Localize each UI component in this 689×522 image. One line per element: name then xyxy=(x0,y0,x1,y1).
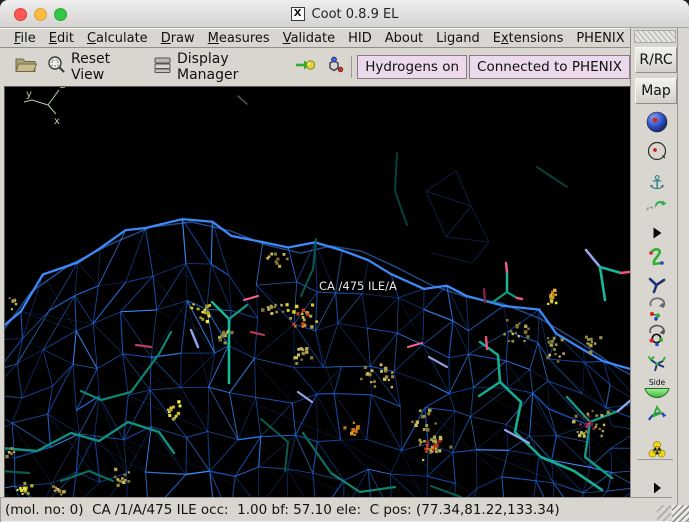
menu-draw[interactable]: Draw xyxy=(155,30,201,47)
map-button[interactable]: Map xyxy=(635,78,677,104)
3d-viewport[interactable]: z y x CA /475 ILE/A xyxy=(4,86,631,498)
auto-fit-rotamer-icon[interactable] xyxy=(644,324,670,350)
status-text: (mol. no: 0) CA /1/A/475 ILE occ: 1.00 b… xyxy=(5,501,560,518)
tandem-refine-icon[interactable] xyxy=(644,138,670,164)
edit-chi-angles-icon[interactable] xyxy=(644,351,670,377)
status-bar: (mol. no: 0) CA /1/A/475 ILE occ: 1.00 b… xyxy=(0,497,672,522)
real-space-refine-icon[interactable] xyxy=(644,245,670,271)
x11-app-icon: X xyxy=(290,7,305,21)
svg-text:z: z xyxy=(60,87,65,91)
svg-text:x: x xyxy=(54,116,60,127)
title-bar: X Coot 0.8.9 EL xyxy=(0,0,689,28)
atom-label: CA /475 ILE/A xyxy=(319,279,397,293)
sphere-refine-icon[interactable] xyxy=(644,109,670,135)
reset-view-label: Reset View xyxy=(71,50,111,83)
menu-hid[interactable]: HID xyxy=(342,30,378,47)
refine-fragment-icon[interactable] xyxy=(644,193,670,219)
menu-extensions[interactable]: Extensions xyxy=(487,30,570,47)
svg-text:☢: ☢ xyxy=(652,445,662,458)
svg-text:y: y xyxy=(26,89,32,100)
window-resize-grip[interactable] xyxy=(672,505,689,522)
jiggle-fit-icon[interactable] xyxy=(644,401,670,427)
reset-view-button[interactable]: Reset View xyxy=(42,48,142,86)
rotate-translate-icon[interactable] xyxy=(644,297,670,323)
svg-text:⚓: ⚓ xyxy=(648,172,665,194)
expand-more-icon[interactable] xyxy=(644,220,670,246)
go-to-ligand-button[interactable] xyxy=(321,52,349,81)
regularize-zone-icon[interactable] xyxy=(644,271,670,297)
open-folder-icon xyxy=(15,55,38,78)
menu-calculate[interactable]: Calculate xyxy=(81,30,154,47)
window-title: Coot 0.8.9 EL xyxy=(311,6,399,22)
menu-edit[interactable]: Edit xyxy=(43,30,80,47)
display-manager-button[interactable]: Display Manager xyxy=(148,48,284,86)
go-to-atom-icon xyxy=(295,56,316,78)
coot-window: X Coot 0.8.9 EL File Edit Calculate Draw Mea… xyxy=(0,0,689,522)
menu-ligand[interactable]: Ligand xyxy=(430,30,486,47)
mutate-autofit-icon[interactable]: ☢ xyxy=(644,437,670,463)
menu-validate[interactable]: Validate xyxy=(277,30,341,47)
hydrogens-badge[interactable]: Hydrogens on xyxy=(357,54,468,79)
main-toolbar: Reset View Display Manager Hydrogens on … xyxy=(0,48,632,85)
toolbar-separator xyxy=(351,55,353,78)
go-to-ligand-icon xyxy=(326,55,344,78)
phenix-connection-badge[interactable]: Connected to PHENIX xyxy=(469,54,630,79)
panel-drag-grip[interactable] xyxy=(634,30,676,43)
fixed-atoms-anchor-icon[interactable]: ⚓ xyxy=(644,169,670,195)
display-manager-icon xyxy=(153,56,172,78)
reset-rc-button[interactable]: R/RC xyxy=(635,47,677,73)
menu-phenix[interactable]: PHENIX xyxy=(570,30,630,47)
display-manager-label: Display Manager xyxy=(177,50,239,83)
menu-measures[interactable]: Measures xyxy=(202,30,276,47)
go-to-atom-button[interactable] xyxy=(290,53,321,81)
side-button-label: Side xyxy=(648,378,666,388)
status-grip-marks xyxy=(657,505,671,521)
menu-file[interactable]: File xyxy=(8,30,42,47)
menu-bar: File Edit Calculate Draw Measures Validate HID… xyxy=(0,28,632,48)
magnifier-icon xyxy=(47,55,66,78)
model-fit-refine-panel: R/RC Map ⚓ Side ☢ xyxy=(630,28,689,522)
open-coordinates-button[interactable] xyxy=(10,52,42,81)
menu-about[interactable]: About xyxy=(379,30,429,47)
